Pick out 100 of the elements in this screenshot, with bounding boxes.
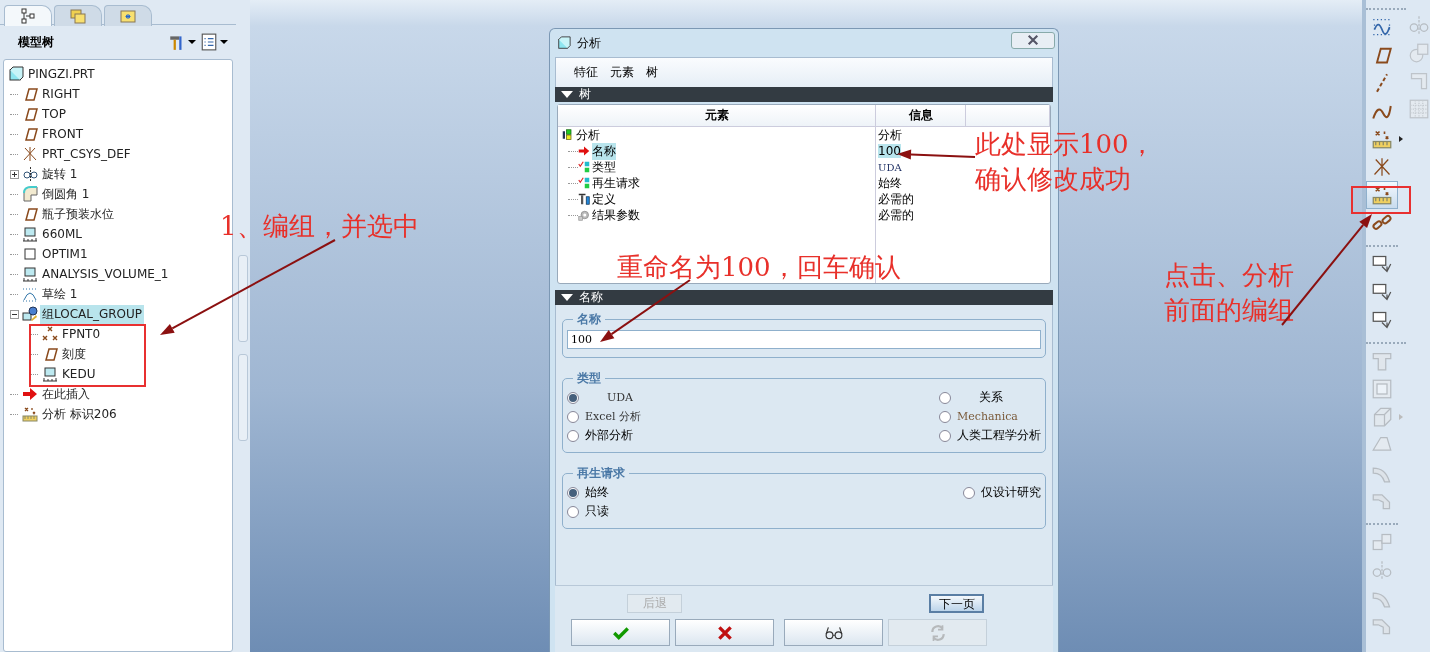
expand-toggle[interactable]: [10, 309, 19, 319]
radio-button[interactable]: [939, 429, 951, 442]
tree-item[interactable]: 结果参数: [592, 206, 640, 224]
tree-item[interactable]: TOP: [40, 106, 68, 122]
tree-item[interactable]: 瓶子预装水位: [40, 204, 116, 224]
close-icon: [1026, 34, 1040, 46]
panel-title: 模型树: [18, 33, 55, 51]
tree-item[interactable]: 倒圆角 1: [40, 184, 92, 204]
tree-item[interactable]: 分析 标识206: [40, 404, 119, 424]
splitter-handle[interactable]: [238, 255, 248, 342]
cross-icon: [715, 623, 734, 642]
option-label: UDA: [606, 391, 634, 404]
table-cell: 必需的: [878, 206, 914, 224]
tree-item[interactable]: 组LOCAL_GROUP: [40, 304, 145, 324]
group-label: 再生请求: [576, 465, 626, 482]
radio-button[interactable]: [963, 486, 975, 499]
radio-button[interactable]: [567, 505, 579, 518]
cubes-icon: [1372, 532, 1392, 552]
axis-circles-icon: [22, 166, 38, 182]
radio-button[interactable]: [567, 429, 579, 442]
mirror-icon: [1409, 15, 1429, 35]
bevel-icon: [1372, 491, 1392, 511]
option-label: 人类工程学分析: [957, 427, 1041, 444]
tree-item[interactable]: FRONT: [40, 126, 85, 142]
radio-button[interactable]: [567, 410, 579, 423]
frame-icon: [1372, 379, 1392, 399]
close-button[interactable]: [1011, 31, 1055, 49]
refresh-icon: [928, 623, 947, 642]
name-field[interactable]: 100: [567, 330, 1041, 349]
tree-item[interactable]: 660ML: [40, 226, 84, 242]
menu-item[interactable]: 树: [646, 64, 658, 81]
parallelogram-icon: [22, 126, 38, 142]
annotation-text: 此处显示100，: [975, 128, 1155, 161]
group-label: 名称: [576, 311, 602, 328]
ok-button[interactable]: [571, 619, 670, 646]
annotation-text: 点击、分析: [1164, 259, 1294, 292]
arc-icon: [22, 286, 38, 302]
tree-node-icon: [562, 129, 574, 141]
mirror-icon: [1372, 560, 1392, 580]
axes-icon: [22, 146, 38, 162]
tree-item[interactable]: 刻度: [60, 344, 88, 364]
tree-item[interactable]: 定义: [592, 190, 616, 208]
folders-icon: [70, 8, 86, 24]
tree-item[interactable]: FPNT0: [60, 326, 103, 342]
ruler-marks-icon: [22, 406, 38, 422]
tree-item[interactable]: PINGZI.PRT: [26, 66, 97, 82]
group-label: 类型: [576, 370, 602, 387]
tree-item[interactable]: 类型: [592, 158, 616, 176]
chain-icon: [1372, 213, 1392, 233]
frame-arrow-icon: [1372, 282, 1392, 302]
tree-item[interactable]: 旋转 1: [40, 164, 80, 184]
panel-tab[interactable]: [104, 5, 152, 26]
tree-item[interactable]: 分析: [576, 126, 600, 144]
corner-icon: [1409, 71, 1429, 91]
panel-tab[interactable]: [4, 5, 52, 26]
tree-item[interactable]: 草绘 1: [40, 284, 80, 304]
option-label: 始终: [585, 484, 609, 501]
radio-button[interactable]: [567, 486, 579, 499]
frame-arrow-icon: [1372, 254, 1392, 274]
cube-icon: [557, 36, 571, 50]
ruler-box-icon: [22, 226, 38, 242]
parallelogram-icon: [22, 86, 38, 102]
panel-tab[interactable]: [54, 5, 102, 26]
section-header[interactable]: 名称: [555, 290, 1053, 305]
preview-button[interactable]: [784, 619, 883, 646]
highlight-frame: [1351, 186, 1411, 214]
tree-item[interactable]: OPTIM1: [40, 246, 90, 262]
arrow-icon: [578, 145, 590, 157]
tree-icon: [20, 8, 36, 24]
menu-item[interactable]: 特征: [574, 64, 598, 81]
radio-button[interactable]: [939, 391, 951, 404]
checklist-icon: [578, 177, 590, 189]
option-label: 只读: [585, 503, 609, 520]
tree-item[interactable]: KEDU: [60, 366, 98, 382]
ruler-marks-icon: [1372, 185, 1392, 205]
cancel-button[interactable]: [675, 619, 774, 646]
tree-item[interactable]: RIGHT: [40, 86, 82, 102]
table-cell: UDA: [878, 161, 902, 173]
table-cell: 始终: [878, 174, 902, 192]
radio-button[interactable]: [939, 410, 951, 423]
annotation-text: 1、编组，并选中: [220, 210, 419, 243]
dotted-wave-icon: [1372, 17, 1392, 37]
next-button[interactable]: 下一页: [929, 594, 984, 613]
toolbar-button[interactable]: [1366, 181, 1398, 209]
section-header[interactable]: 树: [555, 87, 1053, 102]
annotation-text: 重命名为100，回车确认: [617, 251, 901, 284]
tree-item[interactable]: ANALYSIS_VOLUME_1: [40, 266, 171, 282]
annotation-text: 前面的编组: [1164, 294, 1294, 327]
cube-icon: [8, 66, 24, 82]
menu-item[interactable]: 元素: [610, 64, 634, 81]
ruler-box-icon: [22, 266, 38, 282]
expand-toggle[interactable]: [10, 169, 19, 179]
tree-item[interactable]: 再生请求: [592, 174, 640, 192]
ruler-marks-icon: [1372, 129, 1392, 149]
tree-item[interactable]: 名称: [592, 142, 616, 160]
tree-item[interactable]: PRT_CSYS_DEF: [40, 146, 133, 162]
tree-item[interactable]: 在此插入: [40, 384, 92, 404]
radio-button[interactable]: [567, 391, 579, 404]
checklist-icon: [578, 161, 590, 173]
splitter-handle[interactable]: [238, 354, 248, 441]
